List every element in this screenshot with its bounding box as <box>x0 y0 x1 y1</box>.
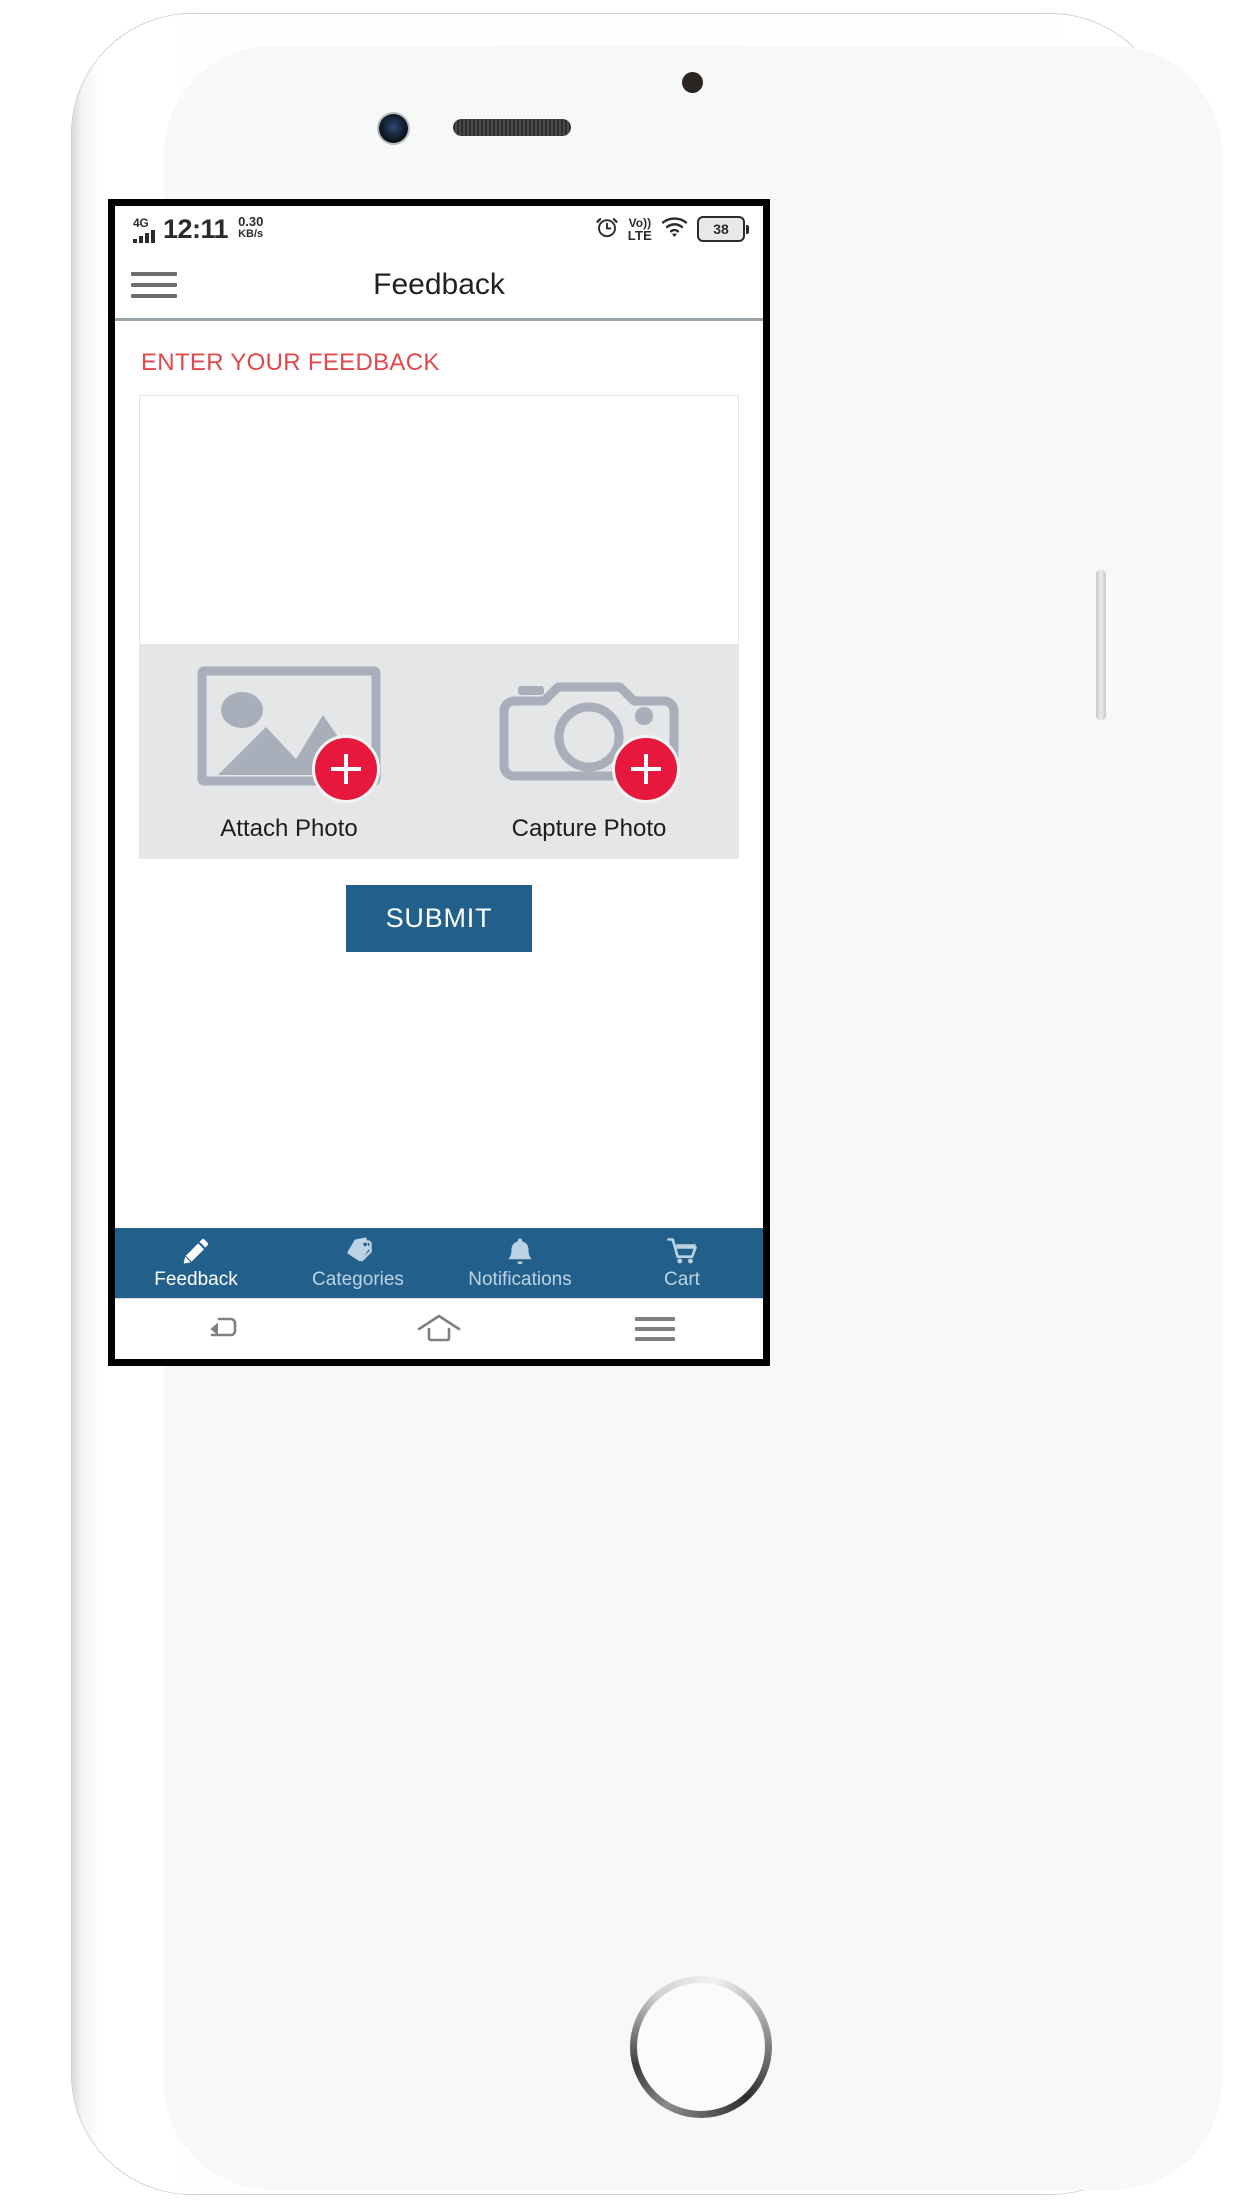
back-arrow-icon[interactable] <box>115 1313 331 1345</box>
tab-categories[interactable]: Categories <box>277 1237 439 1289</box>
tab-cart[interactable]: Cart <box>601 1237 763 1289</box>
home-outline-icon[interactable] <box>331 1312 547 1346</box>
tags-icon <box>342 1237 374 1265</box>
attach-photo-label: Attach Photo <box>220 815 358 842</box>
add-attach-photo-badge-icon[interactable] <box>312 735 380 803</box>
tab-feedback[interactable]: Feedback <box>115 1237 277 1289</box>
alarm-clock-icon <box>595 215 619 244</box>
battery-level-label: 38 <box>713 221 729 237</box>
data-speed-value: 0.30 <box>238 214 264 230</box>
home-button[interactable] <box>630 1976 772 2118</box>
earpiece-speaker <box>453 119 571 136</box>
section-heading: ENTER YOUR FEEDBACK <box>141 349 440 376</box>
attach-photo-option[interactable]: Attach Photo <box>139 666 439 843</box>
network-type-label: 4G <box>133 215 149 230</box>
bottom-tab-bar: Feedback Categories Notifications Cart <box>115 1228 763 1298</box>
volte-bottom-label: LTE <box>627 227 652 243</box>
hamburger-menu-icon[interactable] <box>131 265 177 305</box>
page-title: Feedback <box>373 268 505 301</box>
attach-photo-icon-wrap <box>196 666 382 803</box>
capture-photo-option[interactable]: Capture Photo <box>439 667 739 843</box>
tab-categories-label: Categories <box>312 1269 404 1290</box>
recent-apps-icon[interactable] <box>547 1317 763 1341</box>
signal-bars-icon <box>133 229 155 243</box>
tab-feedback-label: Feedback <box>154 1269 238 1290</box>
feedback-input[interactable] <box>139 395 739 645</box>
main-content: ENTER YOUR FEEDBACK Attach Photo Capture… <box>115 321 763 1228</box>
submit-button[interactable]: SUBMIT <box>345 885 533 952</box>
volte-icon: Vo)) LTE <box>628 217 652 242</box>
screen-border: 4G 12:11 0.30 KB/s Vo)) LTE 38 Feedback … <box>108 199 770 1366</box>
app-header-bar: Feedback <box>115 252 763 321</box>
phone-screen: 4G 12:11 0.30 KB/s Vo)) LTE 38 Feedback … <box>115 206 763 1359</box>
bell-icon <box>506 1237 534 1265</box>
power-button[interactable] <box>1096 570 1106 720</box>
pencil-icon <box>181 1237 211 1265</box>
status-bar-left: 4G 12:11 0.30 KB/s <box>133 213 263 244</box>
tab-notifications[interactable]: Notifications <box>439 1237 601 1289</box>
wifi-icon <box>661 216 688 243</box>
status-bar: 4G 12:11 0.30 KB/s Vo)) LTE 38 <box>115 206 763 252</box>
data-speed-unit: KB/s <box>238 228 264 241</box>
proximity-sensor-icon <box>682 72 703 93</box>
status-bar-clock: 12:11 <box>163 213 229 244</box>
shopping-cart-icon <box>666 1237 698 1265</box>
capture-photo-label: Capture Photo <box>511 815 667 842</box>
data-speed-indicator: 0.30 KB/s <box>238 215 263 240</box>
volte-top-label: Vo)) <box>628 215 652 230</box>
add-capture-photo-badge-icon[interactable] <box>612 735 680 803</box>
status-bar-right: Vo)) LTE 38 <box>595 215 749 244</box>
capture-photo-icon-wrap <box>496 667 682 803</box>
submit-area: SUBMIT <box>139 859 739 952</box>
front-camera-icon <box>379 114 408 143</box>
cellular-signal-group: 4G <box>133 217 155 243</box>
tab-cart-label: Cart <box>664 1269 700 1290</box>
battery-icon: 38 <box>697 216 749 242</box>
tab-notifications-label: Notifications <box>468 1269 572 1290</box>
photo-options-panel: Attach Photo Capture Photo <box>139 645 739 859</box>
android-navigation-bar <box>115 1298 763 1359</box>
